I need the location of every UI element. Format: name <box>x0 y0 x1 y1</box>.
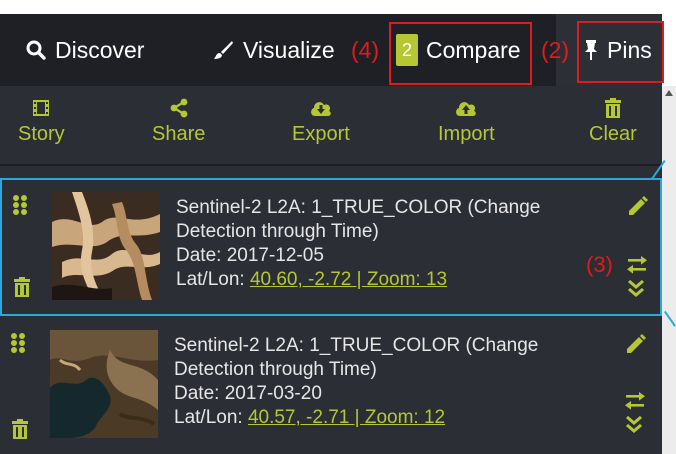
clear-label: Clear <box>589 123 637 145</box>
pins-panel: Story Share Export Import Clear Sentinel… <box>0 86 662 454</box>
tab-discover-label: Discover <box>55 36 145 63</box>
chevron-double-down-icon[interactable] <box>628 279 644 303</box>
export-button[interactable]: Export <box>292 96 350 146</box>
pin-title: Sentinel-2 L2A: 1_TRUE_COLOR (Change Det… <box>174 335 539 380</box>
story-button[interactable]: Story <box>18 96 65 146</box>
pin-info: Sentinel-2 L2A: 1_TRUE_COLOR (Change Det… <box>174 334 594 430</box>
swap-arrows-icon[interactable] <box>625 392 645 415</box>
tab-visualize-label: Visualize <box>243 36 335 63</box>
scroll-up-arrow-icon[interactable] <box>665 90 673 96</box>
tab-discover[interactable]: Discover <box>26 14 144 86</box>
toolbar-divider <box>0 164 662 166</box>
pin-card[interactable]: Sentinel-2 L2A: 1_TRUE_COLOR (Change Det… <box>0 318 662 454</box>
latlon-link[interactable]: 40.57, -2.71 | Zoom: 12 <box>248 407 445 428</box>
export-label: Export <box>292 123 350 145</box>
share-label: Share <box>152 123 206 145</box>
annotation-label-3: (3) <box>586 252 613 277</box>
cloud-upload-icon <box>454 96 478 120</box>
pin-location: Lat/Lon: 40.57, -2.71 | Zoom: 12 <box>174 406 594 430</box>
trash-icon <box>604 96 622 120</box>
clear-button[interactable]: Clear <box>589 96 637 146</box>
story-label: Story <box>18 123 65 145</box>
latlon-label: Lat/Lon: <box>174 407 248 428</box>
pin-location: Lat/Lon: 40.60, -2.72 | Zoom: 13 <box>176 268 596 292</box>
brush-icon <box>212 39 234 61</box>
trash-icon[interactable] <box>11 419 29 444</box>
trash-icon[interactable] <box>13 277 31 302</box>
annotation-label-4: (4) <box>351 37 380 63</box>
import-button[interactable]: Import <box>438 96 495 146</box>
drag-handle-icon[interactable] <box>12 194 28 221</box>
pins-highlight-box <box>577 21 664 83</box>
pins-toolbar: Story Share Export Import Clear <box>0 86 662 162</box>
pencil-icon[interactable] <box>626 196 648 223</box>
share-button[interactable]: Share <box>152 96 205 146</box>
tab-visualize[interactable]: Visualize <box>212 14 335 86</box>
share-icon <box>169 96 189 120</box>
search-icon <box>26 40 46 60</box>
cloud-download-icon <box>309 96 333 120</box>
latlon-label: Lat/Lon: <box>176 269 250 290</box>
panel-scrollbar[interactable] <box>662 86 676 454</box>
import-label: Import <box>438 123 495 145</box>
pin-title: Sentinel-2 L2A: 1_TRUE_COLOR (Change Det… <box>176 197 541 242</box>
pin-date: Date: 2017-03-20 <box>174 383 322 404</box>
chevron-double-down-icon[interactable] <box>626 415 642 439</box>
film-icon <box>32 96 50 120</box>
pin-card[interactable]: Sentinel-2 L2A: 1_TRUE_COLOR (Change Det… <box>0 178 662 316</box>
pin-thumbnail[interactable] <box>50 330 158 438</box>
pencil-icon[interactable] <box>624 334 646 361</box>
eo-browser-pins-panel: Discover Visualize 2 Compare Pins (4) (2… <box>0 0 676 454</box>
pin-info: Sentinel-2 L2A: 1_TRUE_COLOR (Change Det… <box>176 196 596 292</box>
drag-handle-icon[interactable] <box>10 332 26 359</box>
latlon-link[interactable]: 40.60, -2.72 | Zoom: 13 <box>250 269 447 290</box>
compare-highlight-box <box>389 22 532 85</box>
pin-thumbnail[interactable] <box>52 192 160 300</box>
annotation-label-2: (2) <box>541 37 570 63</box>
swap-arrows-icon[interactable] <box>627 256 647 279</box>
pin-date: Date: 2017-12-05 <box>176 245 324 266</box>
